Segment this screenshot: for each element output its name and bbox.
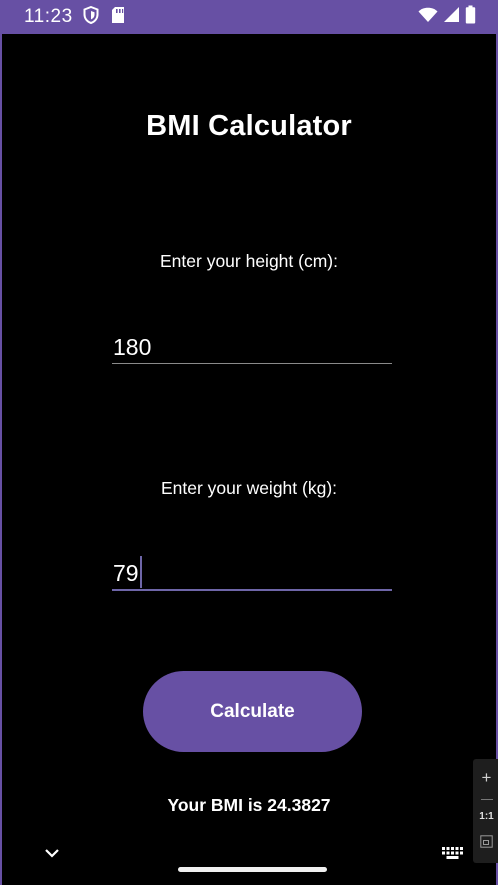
status-time: 11:23 bbox=[24, 6, 73, 27]
chevron-down-icon[interactable] bbox=[42, 845, 62, 861]
page-title: BMI Calculator bbox=[146, 110, 352, 142]
wifi-icon bbox=[418, 7, 438, 28]
keyboard-icon[interactable] bbox=[441, 846, 465, 860]
status-left-icons bbox=[83, 5, 125, 29]
weight-label: Enter your weight (kg): bbox=[160, 478, 338, 498]
status-right-icons bbox=[418, 5, 476, 29]
shield-icon bbox=[83, 5, 99, 29]
height-input-value: 180 bbox=[113, 334, 152, 360]
zoom-ratio-button[interactable]: 1:1 bbox=[473, 812, 498, 822]
signal-icon bbox=[443, 6, 460, 28]
text-caret bbox=[139, 556, 142, 588]
bmi-result: Your BMI is 24.3827 bbox=[167, 795, 331, 815]
calculate-button[interactable]: Calculate bbox=[143, 671, 362, 752]
weight-input-value: 79 bbox=[113, 560, 139, 586]
status-bar: 11:23 bbox=[2, 0, 496, 34]
resize-icon[interactable] bbox=[480, 835, 493, 853]
battery-icon bbox=[465, 5, 476, 29]
zoom-out-button[interactable] bbox=[480, 798, 493, 800]
zoom-panel: + 1:1 bbox=[473, 759, 498, 863]
height-label: Enter your height (cm): bbox=[160, 251, 338, 271]
home-handle[interactable] bbox=[178, 867, 327, 872]
sd-card-icon bbox=[111, 6, 125, 29]
height-input[interactable]: 180 bbox=[112, 324, 392, 364]
phone-screen: 11:23 BMI Calculator Enter your height (… bbox=[0, 0, 498, 885]
zoom-in-button[interactable]: + bbox=[473, 769, 498, 786]
weight-input[interactable]: 79 bbox=[112, 551, 392, 591]
